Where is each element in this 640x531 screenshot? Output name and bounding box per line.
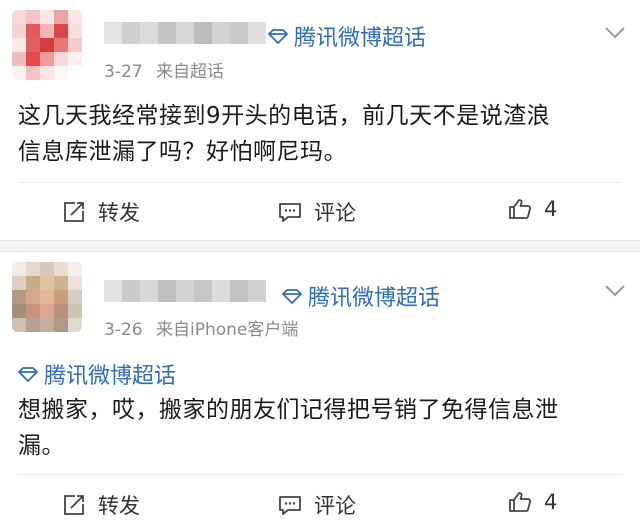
repost-icon: [64, 202, 84, 222]
post-separator: [0, 240, 640, 252]
topic-badge-label: 腾讯微博超话: [308, 286, 441, 311]
diamond-topic-icon: [268, 29, 288, 44]
comment-button[interactable]: 评论: [278, 197, 356, 227]
topic-badge[interactable]: 腾讯微博超话: [282, 280, 440, 312]
chevron-down-icon[interactable]: [604, 284, 626, 298]
post-meta: 3-26 来自iPhone客户端: [104, 315, 298, 340]
topic-link-label: 腾讯微博超话: [44, 364, 177, 389]
post-text-line: 想搬家，哎，搬家的朋友们记得把号销了免得信息泄: [18, 397, 559, 423]
avatar[interactable]: [12, 262, 82, 332]
repost-button[interactable]: 转发: [62, 490, 140, 520]
post-text-line: 这几天我经常接到9开头的电话，前几天不是说渣浪: [18, 103, 551, 129]
weibo-post: 腾讯微博超话 3-27 来自超话 这几天我经常接到9开头的电话，前几天不是说渣浪…: [0, 0, 640, 240]
post-text-line: 漏。: [18, 433, 65, 459]
comment-icon: [279, 496, 301, 515]
post-content: 想搬家，哎，搬家的朋友们记得把号销了免得信息泄 漏。: [18, 392, 624, 464]
post-meta: 3-27 来自超话: [104, 57, 224, 82]
topic-badge[interactable]: 腾讯微博超话: [268, 20, 426, 52]
divider: [18, 474, 622, 475]
diamond-topic-icon: [282, 289, 302, 304]
repost-label: 转发: [98, 201, 140, 225]
post-date: 3-27: [104, 62, 143, 82]
post-text-line: 信息库泄漏了吗？好怕啊尼玛。: [18, 139, 347, 165]
like-button[interactable]: 4: [508, 490, 557, 514]
repost-icon: [64, 495, 84, 515]
avatar[interactable]: [12, 10, 82, 80]
repost-button[interactable]: 转发: [62, 197, 140, 227]
post-source: 来自iPhone客户端: [156, 320, 299, 340]
diamond-topic-icon: [18, 367, 38, 382]
topic-link[interactable]: 腾讯微博超话: [18, 358, 176, 390]
comment-button[interactable]: 评论: [278, 490, 356, 520]
post-content: 这几天我经常接到9开头的电话，前几天不是说渣浪 信息库泄漏了吗？好怕啊尼玛。: [18, 98, 624, 170]
like-count: 4: [544, 490, 558, 514]
repost-label: 转发: [98, 494, 140, 518]
comment-label: 评论: [314, 494, 356, 518]
comment-label: 评论: [314, 201, 356, 225]
comment-icon: [279, 203, 301, 222]
thumbs-up-icon: [509, 492, 532, 512]
divider: [18, 182, 622, 183]
username-blurred[interactable]: [104, 280, 266, 302]
topic-badge-label: 腾讯微博超话: [294, 26, 427, 51]
username-blurred[interactable]: [104, 22, 266, 44]
chevron-down-icon[interactable]: [604, 26, 626, 40]
weibo-post: 腾讯微博超话 3-26 来自iPhone客户端 腾讯微博超话 想搬家，哎，搬家的…: [0, 252, 640, 531]
post-date: 3-26: [104, 320, 143, 340]
post-source: 来自超话: [156, 62, 224, 82]
like-count: 4: [544, 197, 558, 221]
like-button[interactable]: 4: [508, 197, 557, 221]
thumbs-up-icon: [509, 199, 532, 219]
